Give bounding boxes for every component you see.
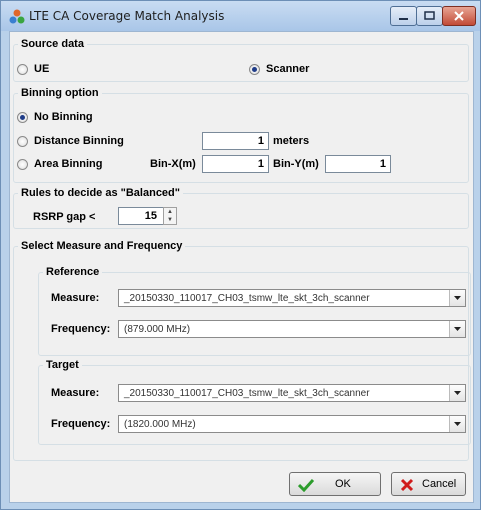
target-frequency-value: (1820.000 MHz)	[124, 419, 196, 430]
spin-up-icon[interactable]: ▲	[164, 208, 176, 216]
bin-y-input[interactable]: 1	[325, 155, 391, 173]
reference-label: Reference	[43, 266, 103, 279]
source-data-label: Source data	[18, 38, 87, 51]
reference-measure-dropdown[interactable]: _20150330_110017_CH03_tsmw_lte_skt_3ch_s…	[118, 289, 466, 307]
measure-frequency-label: Select Measure and Frequency	[18, 240, 186, 253]
target-frequency-dropdown[interactable]: (1820.000 MHz)	[118, 415, 466, 433]
dialog-window: LTE CA Coverage Match Analysis Source da…	[0, 0, 481, 510]
distance-binning-radio[interactable]	[17, 136, 28, 147]
minimize-icon	[399, 18, 408, 20]
target-measure-value: _20150330_110017_CH03_tsmw_lte_skt_3ch_s…	[124, 388, 370, 399]
target-measure-label: Measure:	[51, 387, 100, 399]
target-label: Target	[43, 359, 82, 372]
check-icon	[298, 478, 314, 492]
ok-button-label: OK	[335, 478, 351, 490]
ok-button[interactable]: OK	[289, 472, 381, 496]
reference-measure-value: _20150330_110017_CH03_tsmw_lte_skt_3ch_s…	[124, 293, 370, 304]
bin-x-input[interactable]: 1	[202, 155, 269, 173]
target-measure-dropdown[interactable]: _20150330_110017_CH03_tsmw_lte_skt_3ch_s…	[118, 384, 466, 402]
distance-binning-label: Distance Binning	[34, 135, 124, 147]
chevron-down-icon[interactable]	[449, 290, 465, 306]
no-binning-radio[interactable]	[17, 112, 28, 123]
distance-input[interactable]: 1	[202, 132, 269, 150]
bin-y-label: Bin-Y(m)	[273, 158, 319, 170]
ue-label: UE	[34, 63, 50, 75]
cancel-button[interactable]: Cancel	[391, 472, 466, 496]
bin-x-label: Bin-X(m)	[150, 158, 196, 170]
rsrp-gap-input[interactable]: 15	[118, 207, 164, 225]
app-icon	[9, 9, 25, 24]
window-title: LTE CA Coverage Match Analysis	[29, 9, 225, 23]
distance-unit-label: meters	[273, 135, 310, 147]
reference-frequency-dropdown[interactable]: (879.000 MHz)	[118, 320, 466, 338]
dialog-client-area: Source data UE Scanner Binning option No…	[9, 31, 474, 503]
reference-frequency-value: (879.000 MHz)	[124, 324, 191, 335]
cancel-button-label: Cancel	[422, 478, 457, 490]
no-binning-label: No Binning	[34, 111, 93, 123]
maximize-icon	[424, 11, 435, 20]
chevron-down-icon[interactable]	[449, 321, 465, 337]
rules-label: Rules to decide as "Balanced"	[18, 187, 183, 200]
reference-group: Reference	[38, 266, 471, 356]
chevron-down-icon[interactable]	[449, 385, 465, 401]
reference-measure-label: Measure:	[51, 292, 100, 304]
target-group: Target	[38, 359, 471, 445]
area-binning-label: Area Binning	[34, 158, 103, 170]
binning-option-label: Binning option	[18, 87, 102, 100]
minimize-button[interactable]	[390, 6, 417, 26]
reference-frequency-label: Frequency:	[51, 323, 111, 335]
scanner-label: Scanner	[266, 63, 310, 75]
close-icon	[454, 11, 464, 21]
chevron-down-icon[interactable]	[449, 416, 465, 432]
scanner-radio[interactable]	[249, 64, 260, 75]
target-frequency-label: Frequency:	[51, 418, 111, 430]
close-button[interactable]	[442, 6, 476, 26]
rsrp-gap-label: RSRP gap <	[33, 211, 96, 223]
title-bar[interactable]: LTE CA Coverage Match Analysis	[1, 1, 480, 31]
rsrp-gap-spinner[interactable]: ▲ ▼	[163, 207, 177, 225]
area-binning-radio[interactable]	[17, 159, 28, 170]
spin-down-icon[interactable]: ▼	[164, 216, 176, 224]
source-data-group: Source data	[13, 38, 469, 82]
ue-radio[interactable]	[17, 64, 28, 75]
cancel-x-icon	[400, 478, 414, 492]
maximize-button[interactable]	[416, 6, 443, 26]
